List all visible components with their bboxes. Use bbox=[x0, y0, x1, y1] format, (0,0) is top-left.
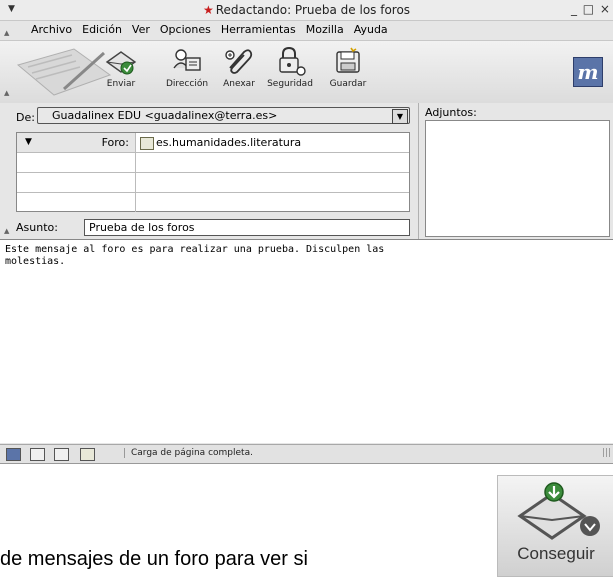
status-text: Carga de página completa. bbox=[124, 448, 253, 458]
address-book-status-icon[interactable] bbox=[80, 448, 95, 461]
menu-bar: ▲ Archivo Edición Ver Opciones Herramien… bbox=[0, 21, 613, 39]
toolbar-grip-icon[interactable]: ▲ bbox=[4, 89, 9, 97]
security-button[interactable]: Seguridad bbox=[261, 45, 319, 99]
recipient-address-field[interactable] bbox=[136, 193, 409, 212]
attachments-label: Adjuntos: bbox=[425, 106, 477, 119]
composer-icon[interactable] bbox=[54, 448, 69, 461]
send-button[interactable]: Enviar bbox=[92, 45, 150, 99]
get-mail-icon bbox=[517, 482, 600, 540]
menu-ayuda[interactable]: Ayuda bbox=[354, 23, 388, 36]
recipient-row-empty[interactable] bbox=[17, 173, 409, 193]
title-bar[interactable]: ▼ ★ Redactando: Prueba de los foros _ □ × bbox=[0, 0, 613, 21]
recipient-address: es.humanidades.literatura bbox=[156, 136, 302, 149]
message-body-editor[interactable]: Este mensaje al foro es para realizar un… bbox=[0, 240, 613, 443]
menu-ver[interactable]: Ver bbox=[132, 23, 150, 36]
get-messages-button[interactable]: Conseguir bbox=[497, 475, 613, 577]
compose-header: ▲ De: Guadalinex EDU <guadalinex@terra.e… bbox=[0, 103, 613, 240]
subject-input[interactable]: Prueba de los foros bbox=[84, 219, 410, 236]
recipient-row-empty[interactable] bbox=[17, 153, 409, 173]
mozilla-logo[interactable]: m bbox=[573, 57, 603, 87]
toolbar: ▲ Enviar Dirección Anexar Seguridad Guar… bbox=[0, 40, 613, 104]
menu-herramientas[interactable]: Herramientas bbox=[221, 23, 296, 36]
attach-label: Anexar bbox=[223, 79, 255, 89]
window-title: Redactando: Prueba de los foros bbox=[215, 3, 411, 17]
subject-label: Asunto: bbox=[16, 221, 58, 234]
recipient-address-field[interactable] bbox=[136, 153, 409, 172]
navigator-icon[interactable] bbox=[6, 448, 21, 461]
resize-grip-icon[interactable]: ||| bbox=[602, 448, 611, 458]
menu-opciones[interactable]: Opciones bbox=[160, 23, 211, 36]
menu-archivo[interactable]: Archivo bbox=[31, 23, 72, 36]
address-button[interactable]: Dirección bbox=[158, 45, 216, 99]
header-grip-icon[interactable]: ▲ bbox=[4, 227, 9, 235]
recipient-row[interactable]: ▼ Foro: es.humanidades.literatura bbox=[17, 133, 409, 153]
chevron-down-icon[interactable]: ▼ bbox=[392, 109, 408, 124]
recipient-type-select[interactable]: ▼ Foro: bbox=[17, 133, 136, 152]
menubar-grip-icon[interactable]: ▲ bbox=[4, 29, 9, 37]
recipient-row-empty[interactable] bbox=[17, 193, 409, 212]
header-splitter[interactable] bbox=[418, 103, 419, 239]
recipient-type-label: Foro: bbox=[101, 136, 129, 149]
address-label: Dirección bbox=[165, 79, 209, 89]
star-icon: ★ bbox=[202, 3, 214, 17]
recipient-type-cell[interactable] bbox=[17, 173, 136, 192]
recipients-table: ▼ Foro: es.humanidades.literatura bbox=[16, 132, 410, 212]
recipient-type-cell[interactable] bbox=[17, 153, 136, 172]
status-bar: Carga de página completa. ||| bbox=[0, 444, 613, 463]
send-icon bbox=[105, 51, 137, 75]
send-label: Enviar bbox=[106, 79, 136, 89]
from-value: Guadalinex EDU <guadalinex@terra.es> bbox=[52, 109, 278, 122]
security-label: Seguridad bbox=[267, 79, 313, 89]
save-disk-icon bbox=[336, 47, 360, 73]
recipient-address-field[interactable]: es.humanidades.literatura bbox=[136, 133, 409, 152]
from-label: De: bbox=[16, 111, 35, 124]
save-label: Guardar bbox=[329, 79, 367, 89]
save-button[interactable]: Guardar bbox=[319, 45, 377, 99]
recipient-type-cell[interactable] bbox=[17, 193, 136, 212]
from-select[interactable]: Guadalinex EDU <guadalinex@terra.es> ▼ bbox=[37, 107, 410, 124]
menu-edicion[interactable]: Edición bbox=[82, 23, 122, 36]
message-body-text[interactable]: Este mensaje al foro es para realizar un… bbox=[5, 244, 565, 268]
type-dropdown-icon[interactable]: ▼ bbox=[25, 137, 32, 147]
subject-value: Prueba de los foros bbox=[89, 221, 195, 234]
get-messages-label: Conseguir bbox=[517, 544, 595, 563]
mail-icon[interactable] bbox=[30, 448, 45, 461]
document-text-line: de mensajes de un foro para ver si bbox=[0, 548, 308, 570]
compose-window: ▼ ★ Redactando: Prueba de los foros _ □ ×… bbox=[0, 0, 613, 464]
recipient-address-field[interactable] bbox=[136, 173, 409, 192]
window-title-wrap: ★ Redactando: Prueba de los foros bbox=[0, 3, 613, 17]
address-book-icon bbox=[173, 49, 201, 71]
security-lock-icon bbox=[279, 46, 306, 76]
attachments-list[interactable] bbox=[425, 120, 610, 237]
attach-paperclip-icon bbox=[225, 49, 253, 74]
menu-mozilla[interactable]: Mozilla bbox=[306, 23, 344, 36]
attach-button[interactable]: Anexar bbox=[210, 45, 268, 99]
window-controls[interactable]: _ □ × bbox=[571, 2, 611, 16]
newsgroup-icon bbox=[140, 137, 154, 150]
